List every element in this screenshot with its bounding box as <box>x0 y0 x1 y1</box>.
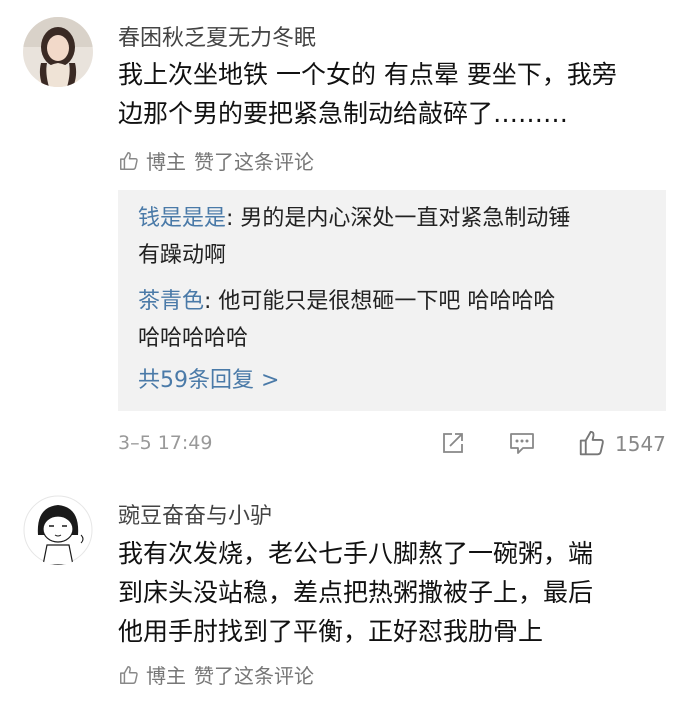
more-replies-link[interactable]: 共59条回复 > <box>138 362 279 394</box>
reply-separator: : <box>204 289 219 314</box>
reply-separator: : <box>226 206 241 231</box>
comment-text: 我上次坐地铁 一个女的 有点晕 要坐下，我旁 边那个男的要把紧急制动给敲碎了……… <box>118 55 673 133</box>
timestamp: 3–5 17:49 <box>118 432 213 454</box>
comment-1: 春困秋乏夏无力冬眠 我上次坐地铁 一个女的 有点晕 要坐下，我旁 边那个男的要把… <box>0 0 690 470</box>
author-like-line: 博主 赞了这条评论 <box>118 660 314 689</box>
avatar[interactable] <box>23 17 93 87</box>
reply-text: 男的是内心深处一直对紧急制动锤 <box>240 206 571 231</box>
author-like-line: 博主 赞了这条评论 <box>118 146 314 175</box>
author-like-label: 赞了这条评论 <box>194 664 314 688</box>
author-tag[interactable]: 博主 <box>146 146 186 175</box>
username[interactable]: 春困秋乏夏无力冬眠 <box>118 20 316 52</box>
share-icon[interactable] <box>440 430 466 456</box>
reply: 钱是是是: 男的是内心深处一直对紧急制动锤 有躁动啊 <box>138 200 653 274</box>
reply-text: 有躁动啊 <box>138 243 227 268</box>
reply-username[interactable]: 钱是是是 <box>138 206 226 231</box>
comment-footer: 3–5 17:49 1547 <box>118 428 668 462</box>
author-tag[interactable]: 博主 <box>146 660 186 689</box>
comment-line: 我上次坐地铁 一个女的 有点晕 要坐下，我旁 <box>118 60 617 89</box>
reply-text: 哈哈哈哈哈 <box>138 326 249 351</box>
comment-text: 我有次发烧，老公七手八脚熬了一碗粥，端 到床头没站稳，差点把热粥撒被子上，最后 … <box>118 534 673 651</box>
reply: 茶青色: 他可能只是很想砸一下吧 哈哈哈哈 哈哈哈哈哈 <box>138 283 653 357</box>
comment-line: 我有次发烧，老公七手八脚熬了一碗粥，端 <box>118 539 594 568</box>
reply-box: 钱是是是: 男的是内心深处一直对紧急制动锤 有躁动啊 茶青色: 他可能只是很想砸… <box>118 190 666 411</box>
avatar-photo <box>23 17 93 87</box>
reply-text: 他可能只是很想砸一下吧 哈哈哈哈 <box>218 289 556 314</box>
thumbs-up-icon <box>120 151 138 170</box>
comment-icon[interactable] <box>508 430 536 456</box>
like-count: 1547 <box>615 432 666 456</box>
avatar-drawing <box>23 495 93 565</box>
reply-username[interactable]: 茶青色 <box>138 289 204 314</box>
username[interactable]: 豌豆奋奋与小驴 <box>118 498 272 530</box>
avatar[interactable] <box>23 495 93 565</box>
author-like-label: 赞了这条评论 <box>194 150 314 174</box>
comment-line: 到床头没站稳，差点把热粥撒被子上，最后 <box>118 578 594 607</box>
thumbs-up-icon <box>120 665 138 684</box>
like-icon[interactable] <box>576 428 608 458</box>
comment-line: 边那个男的要把紧急制动给敲碎了……… <box>118 99 569 128</box>
comment-2: 豌豆奋奋与小驴 我有次发烧，老公七手八脚熬了一碗粥，端 到床头没站稳，差点把热粥… <box>0 470 690 702</box>
comment-line: 他用手肘找到了平衡，正好怼我肋骨上 <box>118 617 544 646</box>
